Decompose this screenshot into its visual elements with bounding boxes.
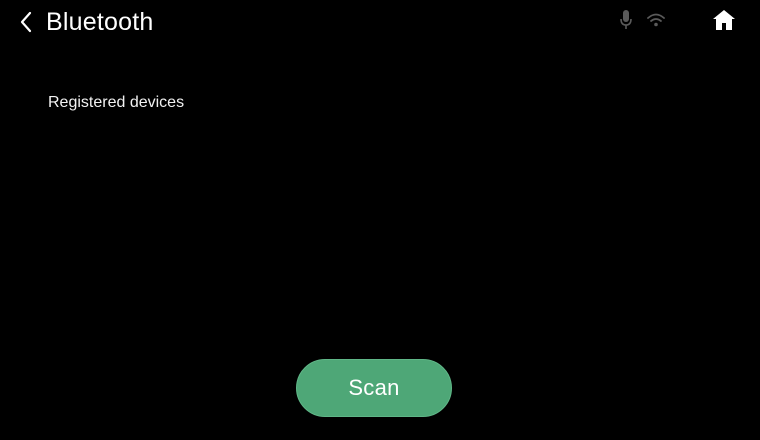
home-button[interactable] [708, 4, 740, 36]
back-button[interactable] [12, 8, 40, 36]
chevron-left-icon [20, 11, 32, 33]
home-icon [713, 10, 735, 30]
scan-button-label: Scan [348, 375, 400, 400]
wifi-icon [642, 6, 670, 34]
microphone-icon [612, 6, 640, 34]
scan-button[interactable]: Scan [296, 359, 452, 417]
registered-devices-label: Registered devices [48, 94, 185, 111]
page-title: Bluetooth [46, 8, 154, 36]
status-icons [612, 6, 670, 34]
header-bar: Bluetooth [0, 0, 760, 44]
bluetooth-screen: Bluetooth Registered devices Scan [0, 0, 760, 440]
